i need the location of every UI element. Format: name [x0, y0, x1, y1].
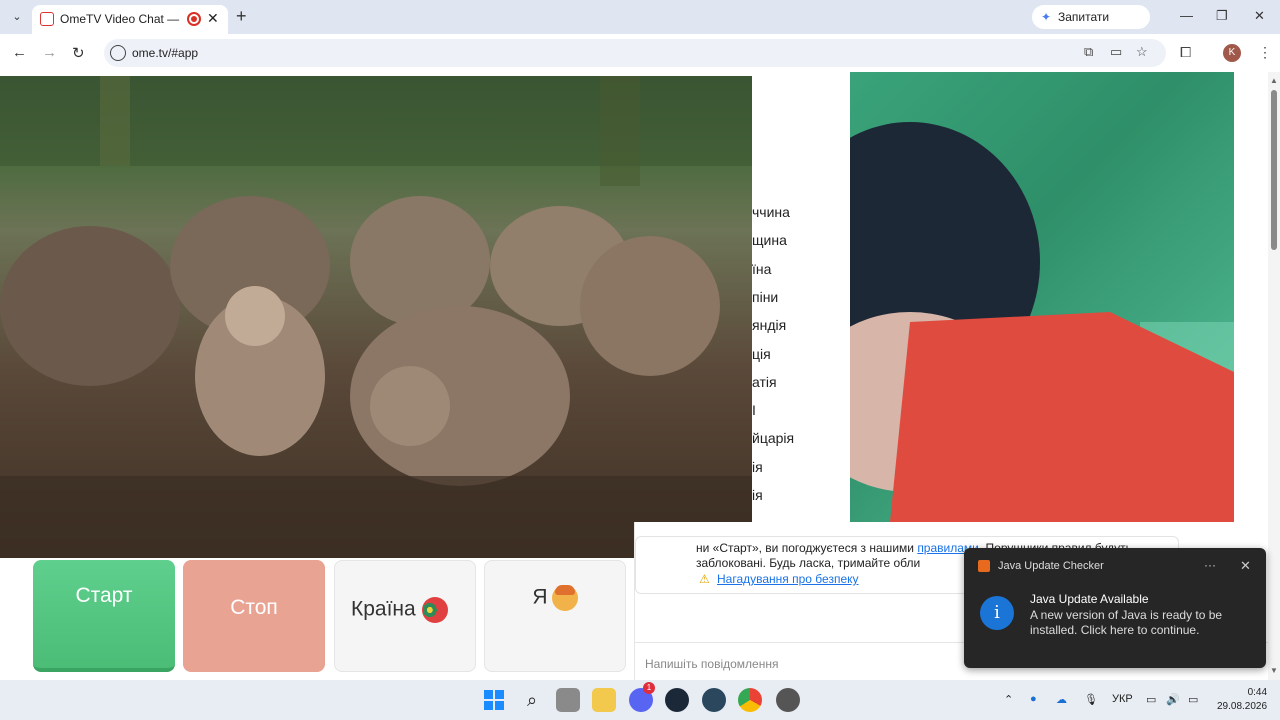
chrome-icon[interactable] [738, 688, 762, 712]
country-option[interactable]: ія [752, 459, 763, 475]
notification-body: A new version of Java is ready to be ins… [1030, 608, 1223, 637]
network-icon[interactable]: ▭ [1146, 693, 1156, 706]
new-tab-button[interactable]: + [236, 6, 247, 27]
ask-gemini-button[interactable]: ✦ Запитати Gemini [1032, 5, 1150, 48]
active-tab[interactable]: OmeTV Video Chat — Ome ✕ [32, 5, 228, 34]
window-close-icon[interactable]: ✕ [1254, 8, 1265, 24]
notification-more-icon[interactable]: ··· [1204, 558, 1216, 572]
clock-time: 0:44 [1247, 687, 1268, 698]
microphone-icon[interactable]: 🎙 [1084, 693, 1098, 706]
country-option[interactable]: ція [752, 346, 771, 362]
country-option[interactable]: ччина [752, 204, 790, 220]
country-option[interactable]: йцарія [752, 430, 794, 446]
page-scrollbar[interactable]: ▲ ▼ [1268, 72, 1280, 680]
restore-icon[interactable]: ❐ [1216, 8, 1228, 24]
onedrive-icon[interactable]: ☁ [1056, 693, 1067, 706]
battery-icon[interactable]: ▭ [1188, 693, 1198, 706]
reload-icon[interactable]: ↻ [72, 44, 85, 62]
scroll-up-icon[interactable]: ▲ [1270, 76, 1278, 85]
tab-title: OmeTV Video Chat — Ome [60, 12, 182, 26]
java-app-icon [978, 560, 990, 572]
portugal-flag-icon [421, 597, 448, 623]
system-clock[interactable]: 0:44 29.08.2026 [1217, 686, 1267, 714]
language-indicator[interactable]: УКР [1112, 693, 1133, 705]
windows-taskbar: ⌕ 1 ⌃ ● ☁ 🎙 УКР ▭ 🔊 ▭ 0:44 29.08.2026 [0, 680, 1280, 720]
tray-app-icon[interactable]: ● [1030, 693, 1037, 705]
clock-date: 29.08.2026 [1217, 701, 1268, 712]
start-button[interactable]: Старт [33, 560, 175, 672]
stop-button[interactable]: Стоп [183, 560, 325, 672]
minimize-icon[interactable]: — [1180, 8, 1193, 23]
steam-icon[interactable] [665, 688, 689, 712]
self-video [850, 72, 1234, 522]
info-icon: i [980, 596, 1014, 630]
country-option[interactable]: І [752, 402, 756, 418]
partner-video [0, 76, 752, 558]
address-bar[interactable]: ome.tv/#app ⧉ ▭ ☆ [104, 39, 1166, 67]
country-option[interactable]: ія [752, 487, 763, 503]
country-dropdown-panel[interactable]: ччина щина їна піни яндія ція атія Ійцарія ія ія [752, 146, 850, 538]
url-text[interactable]: ome.tv/#app [132, 46, 198, 60]
webcam-feed-image [850, 122, 1234, 522]
extensions-icon[interactable]: ⧠ [1180, 44, 1191, 61]
notification-app-name: Java Update Checker [998, 560, 1104, 572]
country-option[interactable]: атія [752, 374, 777, 390]
wild-boars-image [0, 76, 752, 558]
app-icon[interactable] [776, 688, 800, 712]
tab-search-icon[interactable]: ⌄ [8, 8, 26, 26]
notice-text-1: ни «Старт», ви погоджуєтеся з нашими [696, 541, 914, 555]
scroll-thumb[interactable] [1271, 90, 1277, 250]
country-label: Країна [351, 597, 416, 621]
gemini-sparkle-icon: ✦ [1041, 10, 1052, 24]
back-icon[interactable]: ← [12, 44, 27, 61]
cast-icon[interactable]: ▭ [1110, 44, 1122, 60]
country-option[interactable]: піни [752, 289, 778, 305]
volume-icon[interactable]: 🔊 [1166, 693, 1180, 706]
ometv-favicon-icon [40, 12, 54, 26]
tab-close-icon[interactable]: ✕ [207, 10, 219, 27]
search-icon[interactable]: ⌕ [520, 688, 544, 712]
country-option[interactable]: яндія [752, 317, 786, 333]
windows-start-icon[interactable] [482, 688, 506, 712]
notification-close-icon[interactable]: ✕ [1240, 558, 1251, 574]
tray-overflow-icon[interactable]: ⌃ [1004, 693, 1013, 706]
warning-icon: ⚠ [699, 572, 710, 586]
country-button[interactable]: Країна [334, 560, 476, 672]
browser-menu-icon[interactable]: ⋮ [1258, 44, 1272, 61]
file-explorer-icon[interactable] [592, 688, 616, 712]
discord-icon[interactable]: 1 [629, 682, 655, 712]
site-info-icon[interactable] [110, 45, 126, 61]
me-label: Я [532, 585, 548, 609]
scroll-down-icon[interactable]: ▼ [1270, 666, 1278, 675]
country-option[interactable]: щина [752, 232, 787, 248]
steam-alt-icon[interactable] [702, 688, 726, 712]
recording-icon [187, 12, 201, 26]
notification-title: Java Update Available [1030, 592, 1149, 606]
browser-toolbar: ← → ↻ ome.tv/#app ⧉ ▭ ☆ ⧠ K ⋮ [0, 34, 1280, 72]
forward-icon[interactable]: → [42, 44, 57, 61]
gender-me-button[interactable]: Я [484, 560, 626, 672]
boy-emoji-icon [551, 585, 578, 611]
safety-reminder-link[interactable]: Нагадування про безпеку [717, 572, 859, 586]
task-view-icon[interactable] [556, 688, 580, 712]
java-update-notification[interactable]: Java Update Checker ··· ✕ i Java Update … [964, 548, 1266, 668]
translate-icon[interactable]: ⧉ [1084, 44, 1093, 60]
tab-strip: ⌄ OmeTV Video Chat — Ome ✕ + ✦ Запитати … [0, 0, 1280, 48]
country-option[interactable]: їна [752, 261, 771, 277]
discord-badge: 1 [643, 682, 655, 694]
profile-avatar[interactable]: K [1223, 44, 1241, 62]
bookmark-star-icon[interactable]: ☆ [1136, 44, 1148, 60]
